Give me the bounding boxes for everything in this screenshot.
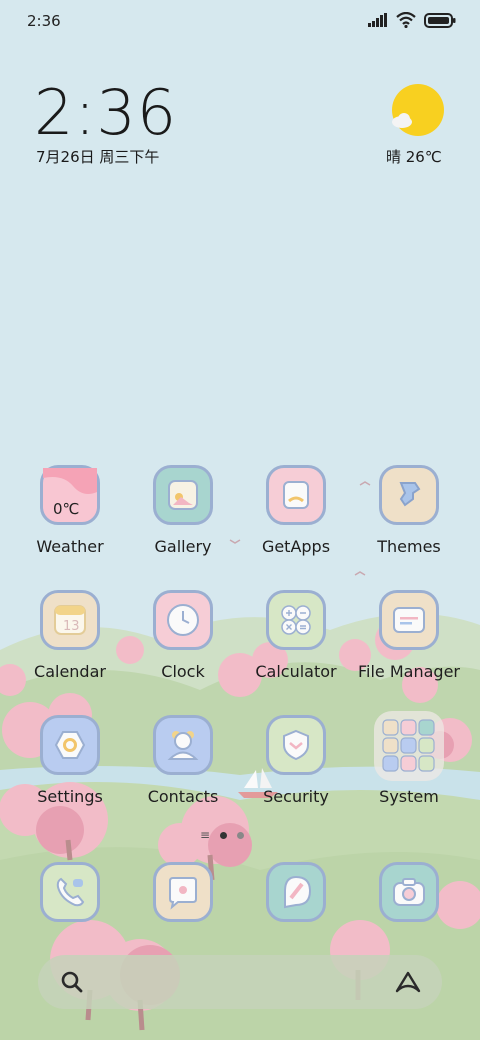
app-label: File Manager [358,662,460,681]
weather-icon-temp: 0℃ [53,500,80,518]
app-gallery[interactable]: Gallery [128,465,238,565]
clock-icon [153,590,213,650]
app-label: Security [263,787,329,806]
sun-with-cloud-icon[interactable] [390,84,444,138]
app-getapps[interactable]: GetApps [241,465,351,565]
app-settings[interactable]: Settings [15,715,125,815]
search-bar[interactable] [38,955,442,1009]
settings-icon [40,715,100,775]
app-file-manager[interactable]: File Manager [354,590,464,690]
getapps-icon [266,465,326,525]
weather-condition-temp: 晴 26℃ [386,148,442,166]
clock-widget-date: 7月26日 周三下午 [36,148,160,166]
app-label: Calendar [34,662,106,681]
status-bar: 2:36 [0,0,480,44]
clock-widget-time[interactable]: 2:36 [34,76,177,149]
app-weather[interactable]: 0℃ Weather [15,465,125,565]
wifi-icon [396,12,416,28]
browser-icon [266,862,326,922]
calculator-icon [266,590,326,650]
app-label: Clock [161,662,205,681]
gallery-icon [153,465,213,525]
app-contacts[interactable]: Contacts [128,715,238,815]
search-icon[interactable] [60,970,84,994]
app-label: System [379,787,439,806]
file-manager-icon [379,590,439,650]
page-indicator[interactable]: ≡ [200,828,245,842]
calendar-icon: 13 [40,590,100,650]
calendar-day: 13 [63,619,80,634]
dock-browser[interactable] [241,862,351,962]
app-label: GetApps [261,537,331,556]
dock-camera[interactable] [354,862,464,962]
phone-icon [40,862,100,922]
security-icon [266,715,326,775]
app-label: Themes [377,537,441,556]
dock-phone[interactable] [15,862,125,962]
app-label: Contacts [147,787,219,806]
dock-messages[interactable] [128,862,238,962]
app-label: Gallery [154,537,212,556]
app-label: Settings [37,787,103,806]
themes-icon [379,465,439,525]
page-dot [237,831,245,839]
status-time: 2:36 [27,12,61,30]
messages-icon [153,862,213,922]
app-clock[interactable]: Clock [128,590,238,690]
assistant-icon[interactable] [394,969,422,995]
weather-icon: 0℃ [40,465,100,525]
status-icons [368,12,456,28]
contacts-icon [153,715,213,775]
app-folder-system[interactable]: System [354,711,464,815]
signal-icon [368,13,387,27]
folder-icon [374,711,444,781]
app-label: Calculator [255,662,337,681]
app-label: Weather [36,537,104,556]
menu-lines-icon: ≡ [200,828,211,842]
battery-icon [424,12,456,28]
camera-icon [379,862,439,922]
app-calculator[interactable]: Calculator [241,590,351,690]
app-security[interactable]: Security [241,715,351,815]
app-calendar[interactable]: 13 Calendar [15,590,125,690]
page-dot-active [220,831,228,839]
app-themes[interactable]: Themes [354,465,464,565]
